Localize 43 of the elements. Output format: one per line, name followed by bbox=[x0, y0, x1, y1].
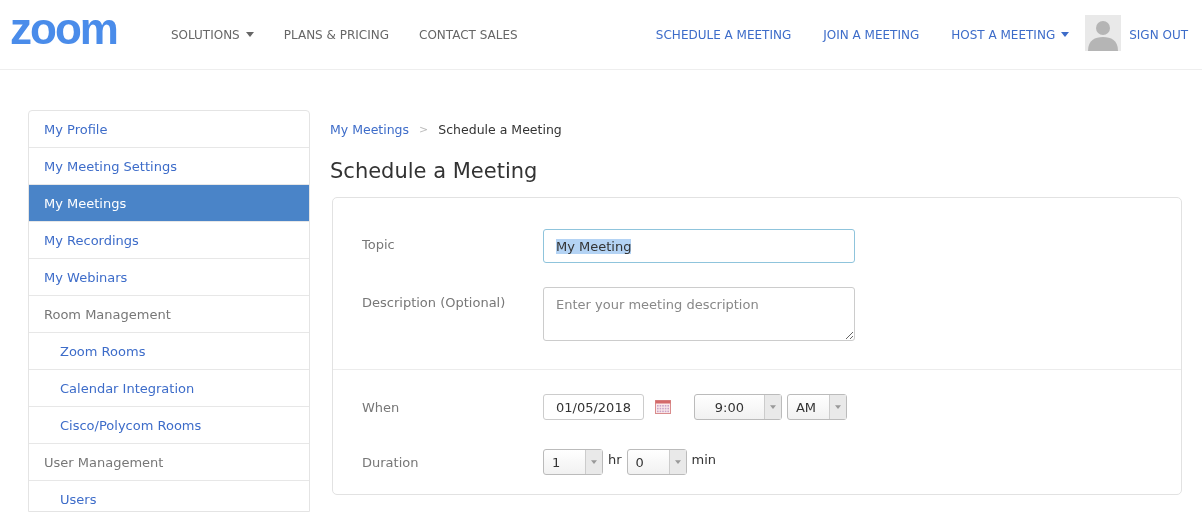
unit-label: min bbox=[691, 451, 717, 467]
section-heading: Room Management bbox=[29, 296, 309, 333]
sidebar-item[interactable]: Cisco/Polycom Rooms bbox=[29, 407, 309, 444]
sidebar-item[interactable]: Zoom Rooms bbox=[29, 333, 309, 370]
dropdown-menu[interactable]: SOLUTIONS bbox=[170, 27, 254, 42]
caret-icon bbox=[834, 405, 841, 409]
date-input-field[interactable]: 01/05/2018 bbox=[543, 394, 644, 420]
caret-icon bbox=[674, 460, 681, 464]
time-dropdown[interactable]: 9:00 bbox=[693, 394, 782, 420]
nav-link[interactable]: PLANS & PRICING bbox=[283, 27, 390, 42]
sidebar-item[interactable]: Calendar Integration bbox=[29, 370, 309, 407]
caret-icon bbox=[1061, 32, 1070, 37]
sidebar-item[interactable]: My Recordings bbox=[29, 222, 309, 259]
sign-out-link[interactable]: SIGN OUT bbox=[1129, 27, 1188, 42]
field-label: Duration bbox=[362, 454, 420, 470]
calendar-icon[interactable] bbox=[654, 400, 671, 414]
section-heading: User Management bbox=[29, 444, 309, 481]
dropdown-menu[interactable]: HOST A MEETING bbox=[951, 27, 1070, 42]
field-label: When bbox=[362, 399, 401, 415]
sidebar-item[interactable]: My Meetings bbox=[29, 185, 309, 222]
caret-icon bbox=[245, 32, 254, 37]
unit-label: hr bbox=[608, 451, 622, 467]
sidebar-item[interactable]: My Profile bbox=[29, 111, 309, 148]
breadcrumb-link[interactable]: My Meetings bbox=[330, 121, 410, 137]
description-input-field[interactable]: Enter your meeting description bbox=[543, 287, 855, 341]
caret-icon bbox=[591, 460, 597, 464]
hours-dropdown[interactable]: 1 bbox=[543, 449, 603, 475]
sidebar-item[interactable]: My Webinars bbox=[29, 259, 309, 296]
topic-input-field[interactable]: My Meeting bbox=[543, 229, 855, 263]
breadcrumb-current: Schedule a Meeting bbox=[438, 121, 562, 137]
sidebar-item[interactable]: Users bbox=[29, 481, 309, 511]
avatar-icon[interactable] bbox=[1085, 14, 1122, 51]
nav-link[interactable]: CONTACT SALES bbox=[419, 27, 518, 42]
caret-icon bbox=[769, 405, 776, 409]
breadcrumb-separator: > bbox=[419, 122, 429, 136]
am-pm-dropdown[interactable]: AM bbox=[786, 394, 847, 420]
nav-link[interactable]: JOIN A MEETING bbox=[823, 27, 920, 42]
zoom-logo[interactable]: zoom bbox=[10, 8, 117, 49]
field-label: Description (Optional) bbox=[362, 294, 507, 310]
nav-link[interactable]: SCHEDULE A MEETING bbox=[655, 27, 792, 42]
page-title: Schedule a Meeting bbox=[330, 159, 539, 183]
minutes-dropdown[interactable]: 0 bbox=[626, 449, 687, 475]
field-label: Topic bbox=[362, 236, 396, 252]
